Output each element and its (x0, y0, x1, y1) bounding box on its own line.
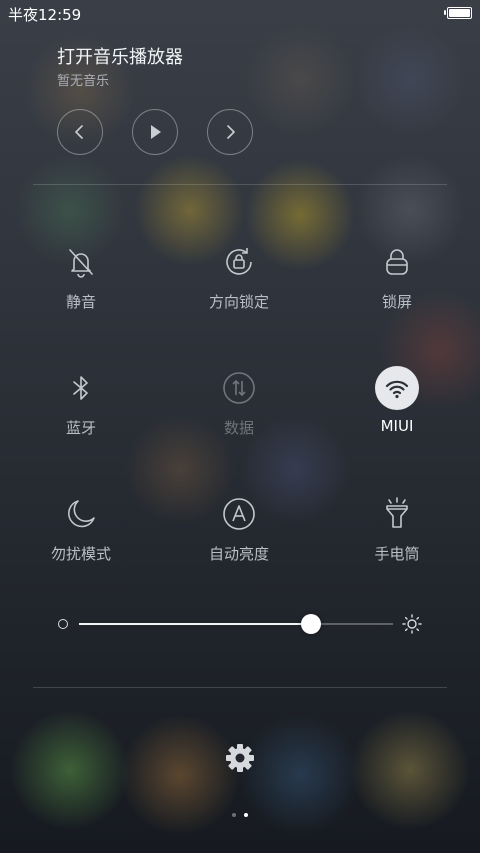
brightness-high-icon (402, 614, 422, 634)
brightness-low-icon (58, 619, 68, 629)
divider (33, 687, 447, 688)
toggle-label: 数据 (223, 419, 254, 437)
toggle-label: 勿扰模式 (50, 545, 111, 563)
music-status: 暂无音乐 (57, 74, 110, 89)
bluetooth-icon (59, 366, 103, 410)
brightness-slider[interactable] (79, 623, 393, 625)
toggle-label: 锁屏 (381, 293, 412, 311)
gear-icon[interactable] (223, 741, 257, 775)
previous-icon (75, 125, 83, 139)
music-player-title[interactable]: 打开音乐播放器 (57, 43, 183, 69)
rotation-lock-icon (217, 240, 261, 284)
status-time: 半夜12:59 (8, 6, 82, 24)
toggle-lock-screen[interactable]: 锁屏 (337, 240, 457, 320)
toggle-do-not-disturb[interactable]: 勿扰模式 (21, 492, 141, 572)
next-button[interactable] (207, 109, 253, 155)
divider (33, 184, 447, 185)
toggle-mobile-data[interactable]: 数据 (179, 366, 299, 446)
toggle-rotation-lock[interactable]: 方向锁定 (179, 240, 299, 320)
toggle-bluetooth[interactable]: 蓝牙 (21, 366, 141, 446)
toggle-label: 自动亮度 (208, 545, 269, 563)
toggle-silent[interactable]: 静音 (21, 240, 141, 320)
moon-icon (59, 492, 103, 536)
toggle-flashlight[interactable]: 手电筒 (337, 492, 457, 572)
toggle-label: 手电筒 (374, 545, 420, 563)
toggle-label: MIUI (380, 417, 414, 435)
battery-full-icon (444, 7, 472, 19)
play-button[interactable] (132, 109, 178, 155)
auto-brightness-icon (217, 492, 261, 536)
mobile-data-icon (217, 366, 261, 410)
brightness-slider-fill (79, 623, 312, 625)
toggle-label: 方向锁定 (208, 293, 269, 311)
toggle-wifi[interactable]: MIUI (337, 366, 457, 446)
status-bar: 半夜12:59 (0, 0, 480, 26)
play-icon (151, 125, 161, 139)
flashlight-icon (375, 492, 419, 536)
page-indicator-dot (232, 813, 236, 817)
toggle-auto-brightness[interactable]: 自动亮度 (179, 492, 299, 572)
previous-button[interactable] (57, 109, 103, 155)
wifi-icon (375, 366, 419, 410)
toggle-label: 蓝牙 (65, 419, 96, 437)
silent-bell-icon (59, 240, 103, 284)
toggle-label: 静音 (65, 293, 96, 311)
lock-icon (375, 240, 419, 284)
page-indicator-dot-active (244, 813, 248, 817)
next-icon (227, 125, 235, 139)
